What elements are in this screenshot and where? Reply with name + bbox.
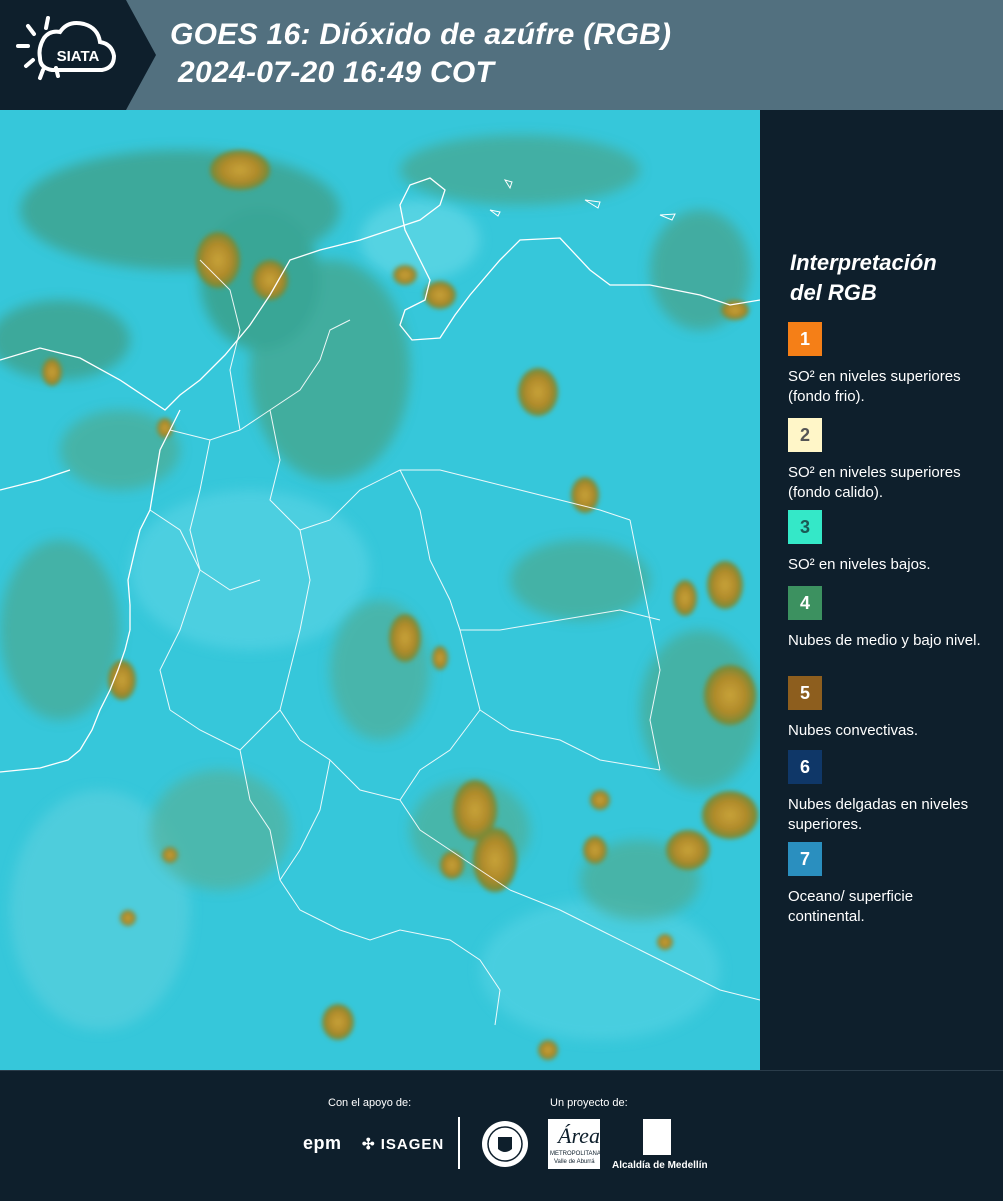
legend-title-line-1: Interpretación [790,250,937,275]
legend-text-6: Nubes delgadas en niveles superiores. [788,796,969,833]
legend-swatch-5: 5 [788,676,822,710]
logo-text: SIATA [57,48,100,65]
legend-item-2: 2 SO² en niveles superiores (fondo calid… [788,418,988,503]
legend-title: Interpretación del RGB [790,248,937,308]
legend-title-line-2: del RGB [790,280,877,305]
legend-swatch-2: 2 [788,418,822,452]
satellite-map[interactable] [0,110,760,1070]
legend-text-3: SO² en niveles bajos. [788,556,931,573]
legend-text-4: Nubes de medio y bajo nivel. [788,632,981,649]
legend-swatch-4: 4 [788,586,822,620]
isagen-mark-icon: ✣ [362,1136,376,1153]
sun-cloud-icon: SIATA [16,16,117,80]
area-logo-sub1: METROPOLITANA [550,1151,601,1157]
map-canvas [0,110,760,1070]
legend-text-2: SO² en niveles superiores (fondo calido)… [788,464,961,501]
area-metropolitana-logo: Área METROPOLITANA Valle de Aburrá [548,1119,601,1169]
legend-swatch-6: 6 [788,750,822,784]
logo-arrow-shape [126,0,156,110]
title-line-1: GOES 16: Dióxido de azúfre (RGB) [170,18,672,51]
page-title: GOES 16: Dióxido de azúfre (RGB) 2024-07… [170,16,671,92]
legend-item-1: 1 SO² en niveles superiores (fondo frio)… [788,322,988,407]
legend-panel: Interpretación del RGB 1 SO² en niveles … [760,110,1003,1070]
legend-text-5: Nubes convectivas. [788,722,919,739]
legend-swatch-3: 3 [788,510,822,544]
isagen-text: ISAGEN [380,1136,445,1153]
legend-swatch-7: 7 [788,842,822,876]
support-label: Con el apoyo de: [328,1097,412,1109]
area-logo-text: Área [558,1123,600,1148]
epm-logo: epm [303,1133,342,1153]
legend-item-3: 3 SO² en niveles bajos. [788,510,988,575]
legend-swatch-1: 1 [788,322,822,356]
siata-logo: SIATA [0,0,126,110]
project-label: Un proyecto de: [550,1097,628,1109]
alcaldia-label: Alcaldía de Medellín [612,1160,708,1171]
footer-divider [458,1117,460,1169]
title-line-2: 2024-07-20 16:49 COT [178,56,495,89]
header-bar: SIATA GOES 16: Dióxido de azúfre (RGB) 2… [0,0,1003,110]
legend-text-1: SO² en niveles superiores (fondo frio). [788,368,961,405]
isagen-logo: ✣ ISAGEN [362,1135,444,1153]
alcaldia-shield-icon [643,1119,671,1155]
area-logo-sub2: Valle de Aburrá [554,1159,595,1165]
legend-item-6: 6 Nubes delgadas en niveles superiores. [788,750,988,835]
legend-item-5: 5 Nubes convectivas. [788,676,988,741]
legend-item-7: 7 Oceano/ superficie continental. [788,842,988,927]
legend-item-4: 4 Nubes de medio y bajo nivel. [788,586,988,651]
medellin-seal-icon [482,1121,528,1167]
legend-text-7: Oceano/ superficie continental. [788,888,914,925]
footer: Con el apoyo de: Un proyecto de: epm ✣ I… [0,1070,1003,1201]
